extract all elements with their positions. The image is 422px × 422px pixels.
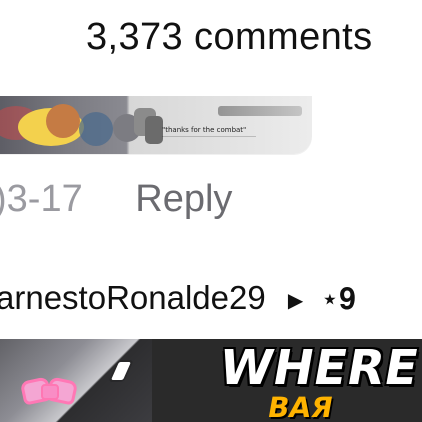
sticker-element — [145, 116, 163, 144]
comments-count-title: 3,373 comments — [86, 16, 373, 58]
sticker-element — [46, 104, 80, 138]
banner-subtext: ВАЯ — [265, 391, 336, 422]
comment-media-thumbnail[interactable]: WHERE ВАЯ — [0, 339, 422, 422]
reply-button[interactable]: Reply — [135, 178, 232, 220]
play-arrow-icon: ▶ — [287, 290, 304, 312]
comments-screen: 3,373 comments "thanks for the combat" )… — [0, 0, 422, 422]
bow-knot — [41, 384, 59, 400]
next-comment-header[interactable]: arnestoRonalde29 ▶ ⋆𝟗 — [0, 279, 356, 317]
sticker-header-bar — [218, 106, 302, 116]
username[interactable]: arnestoRonalde29 — [0, 279, 266, 316]
banner-headline: WHERE — [215, 340, 422, 396]
comment-media-preview[interactable]: "thanks for the combat" — [0, 96, 312, 154]
caption-underline — [162, 136, 256, 137]
sticker-element — [79, 112, 113, 146]
comment-meta-row: )3-17 Reply — [0, 178, 232, 221]
sticker-caption: "thanks for the combat" — [162, 126, 247, 134]
comment-date: )3-17 — [0, 178, 83, 220]
partial-badge: ⋆𝟗 — [320, 283, 356, 316]
